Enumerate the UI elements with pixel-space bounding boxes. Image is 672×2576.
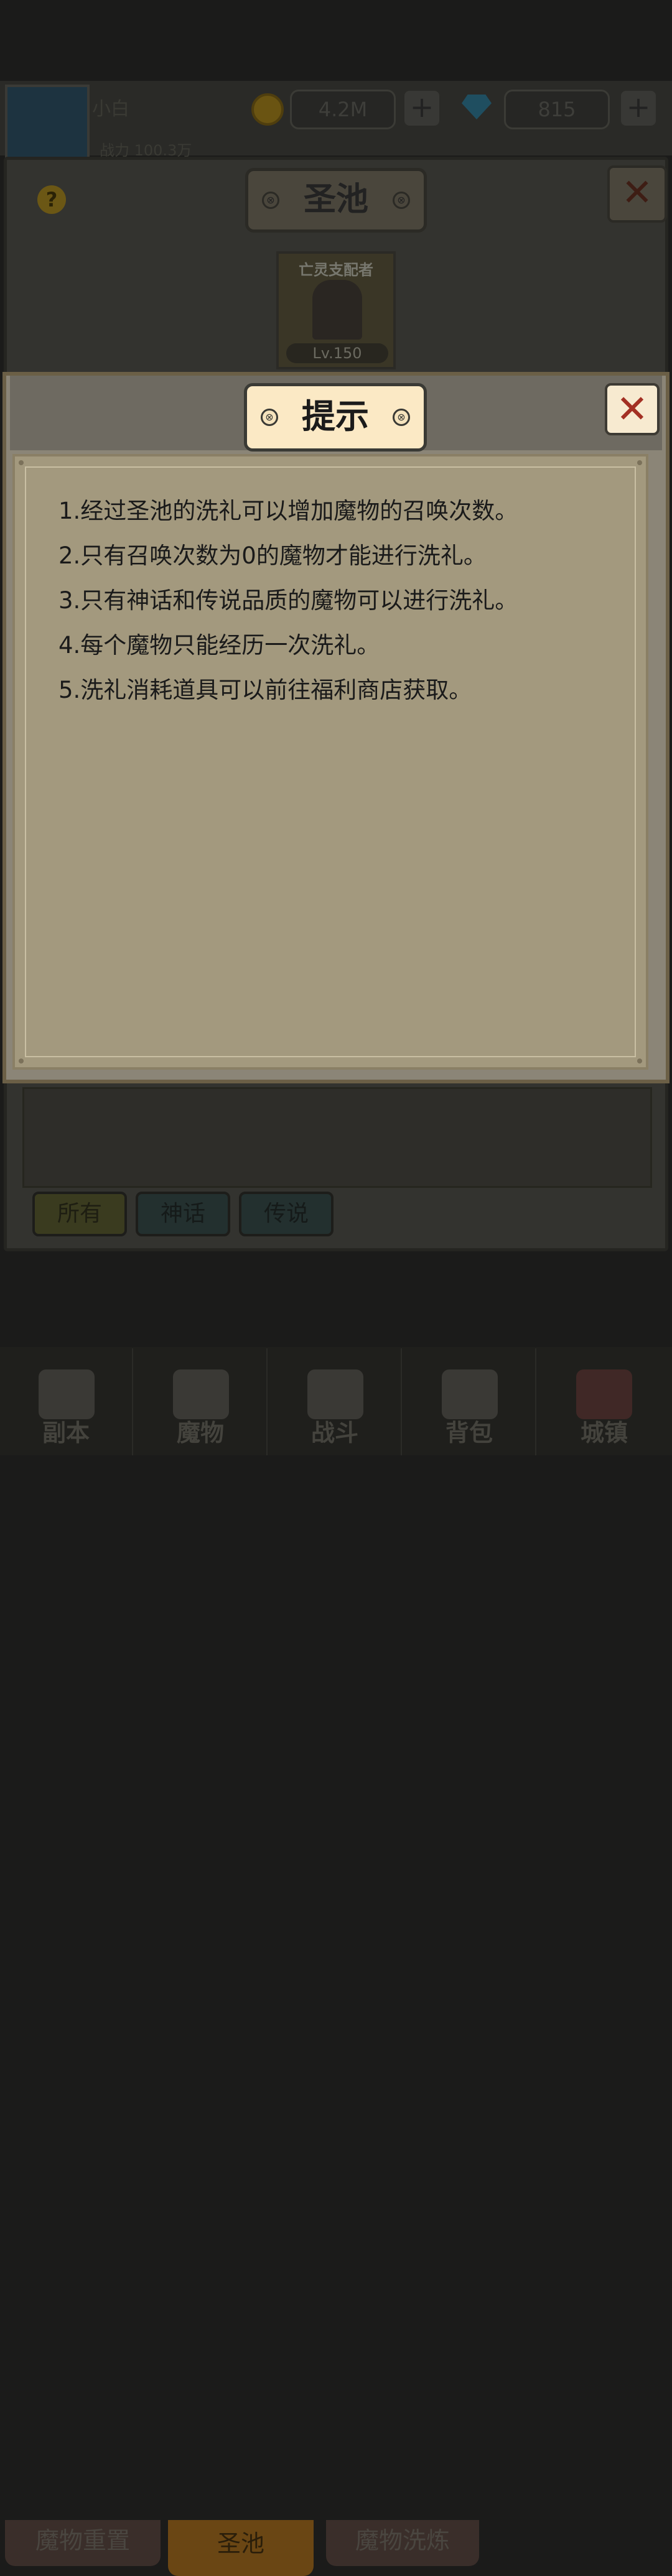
help-icon[interactable]: ? [37, 185, 66, 214]
tab-holy-pool[interactable]: 圣池 [168, 2520, 314, 2576]
player-avatar[interactable] [5, 85, 90, 159]
nav-label: 战斗 [310, 1419, 358, 1447]
monster-level: Lv.150 [286, 343, 388, 363]
modal-close-button[interactable]: ✕ [605, 383, 660, 435]
feature-tabs: 魔物重置 圣池 魔物洗炼 [0, 1260, 672, 2576]
corner-rivet-icon [19, 1059, 24, 1063]
tip-item: 4.每个魔物只能经历一次洗礼。 [58, 632, 380, 659]
tip-item: 3.只有神话和传说品质的魔物可以进行洗礼。 [58, 587, 518, 614]
monster-portrait [312, 280, 362, 340]
filter-all-button[interactable]: 所有 [32, 1192, 127, 1236]
add-coins-button[interactable]: + [404, 91, 439, 126]
nav-label: 副本 [42, 1419, 90, 1447]
tips-list: 1.经过圣池的洗礼可以增加魔物的召唤次数。 2.只有召唤次数为0的魔物才能进行洗… [58, 493, 643, 716]
nav-label: 城镇 [580, 1419, 628, 1447]
tip-item: 5.洗礼消耗道具可以前往福利商店获取。 [58, 677, 472, 703]
gem-counter: 815 [504, 90, 610, 129]
shop-icon [576, 1369, 632, 1419]
monster-name: 亡灵支配者 [299, 261, 373, 279]
shrine-close-button[interactable]: ✕ [607, 165, 667, 223]
swords-icon [307, 1369, 363, 1419]
coin-icon [251, 93, 284, 126]
nav-label: 背包 [445, 1419, 493, 1447]
player-name: 小白 [92, 98, 129, 120]
monster-list [22, 1087, 652, 1188]
shrine-title: 圣池 [303, 181, 368, 218]
tip-item: 1.经过圣池的洗礼可以增加魔物的召唤次数。 [58, 498, 518, 524]
monster-card[interactable]: 亡灵支配者 Lv.150 [276, 251, 396, 369]
backpack-icon [442, 1369, 498, 1419]
screw-icon: ⊗ [261, 409, 278, 426]
nav-battle[interactable]: 战斗 [269, 1348, 402, 1455]
corner-rivet-icon [637, 460, 642, 465]
add-gems-button[interactable]: + [621, 91, 656, 126]
screw-icon: ⊗ [262, 192, 279, 209]
tip-item: 2.只有召唤次数为0的魔物才能进行洗礼。 [58, 542, 487, 569]
nav-label: 魔物 [176, 1419, 224, 1447]
coin-counter: 4.2M [290, 90, 396, 129]
nav-bag[interactable]: 背包 [403, 1348, 536, 1455]
modal-title-plate: ⊗ 提示 ⊗ [244, 383, 427, 452]
screw-icon: ⊗ [393, 409, 410, 426]
tab-monster-reset[interactable]: 魔物重置 [5, 2520, 161, 2566]
map-icon [39, 1369, 95, 1419]
tab-monster-refine[interactable]: 魔物洗炼 [326, 2520, 479, 2566]
corner-rivet-icon [19, 460, 24, 465]
screw-icon: ⊗ [393, 192, 410, 209]
filter-myth-button[interactable]: 神话 [136, 1192, 230, 1236]
nav-town[interactable]: 城镇 [538, 1348, 671, 1455]
corner-rivet-icon [637, 1059, 642, 1063]
modal-title: 提示 [302, 397, 369, 436]
nav-dungeon[interactable]: 副本 [0, 1348, 133, 1455]
filter-legend-button[interactable]: 传说 [239, 1192, 334, 1236]
shrine-title-plate: ⊗ 圣池 ⊗ [245, 168, 427, 233]
nav-monster[interactable]: 魔物 [134, 1348, 268, 1455]
helmet-icon [173, 1369, 229, 1419]
